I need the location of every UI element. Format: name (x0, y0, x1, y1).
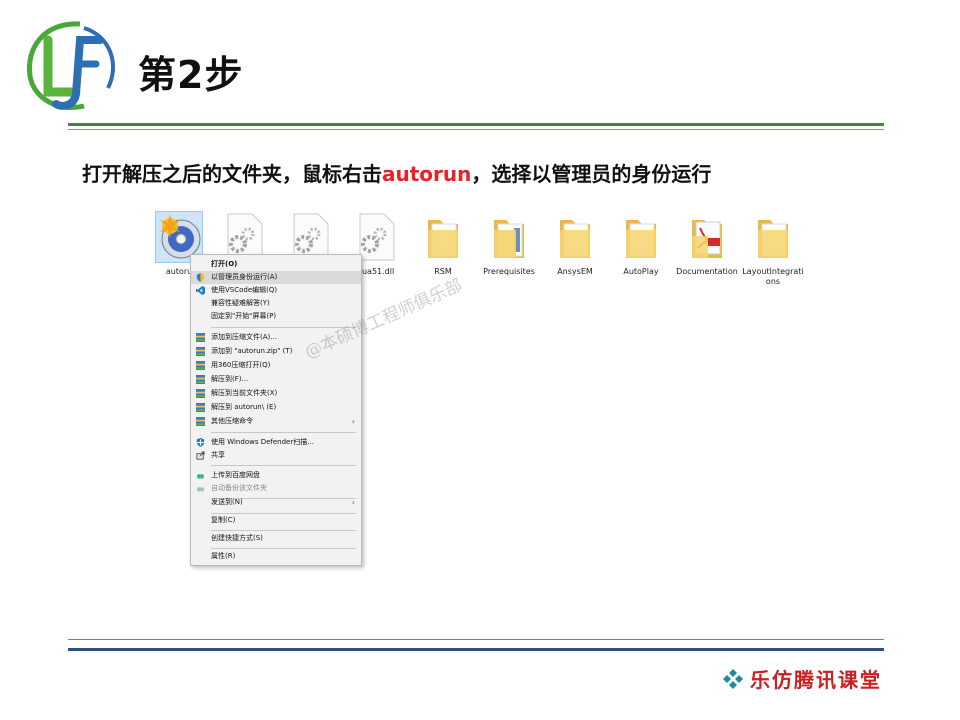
folder-icon (552, 212, 598, 262)
menu-item-copy[interactable]: 复制(C) (191, 514, 361, 527)
menu-separator (211, 530, 356, 531)
folder-layoutintegrations[interactable]: LayoutIntegrations (740, 212, 806, 287)
archive-icon (196, 389, 205, 398)
menu-item-extract-here[interactable]: 解压到当前文件夹(X) (191, 387, 361, 400)
menu-item-pin-start[interactable]: 固定到"开始"屏幕(P) (191, 310, 361, 323)
menu-item-label: 添加到压缩文件(A)... (211, 333, 277, 341)
folder-documentation[interactable]: Documentation (674, 212, 740, 277)
folder-autoplay[interactable]: AutoPlay (608, 212, 674, 277)
archive-icon (196, 333, 205, 342)
menu-item-label: 其他压缩命令 (211, 417, 253, 425)
menu-item-send-to[interactable]: 发送到(N) › (191, 496, 361, 509)
header-divider-thin (68, 129, 884, 130)
archive-icon (196, 375, 205, 384)
menu-item-baidu-backup[interactable]: 自动备份该文件夹 (191, 482, 361, 495)
pdf-folder-icon (684, 212, 730, 262)
menu-item-run-as-admin[interactable]: 以管理员身份运行(A) (191, 271, 361, 284)
archive-icon (196, 361, 205, 370)
context-menu: 打开(O) 以管理员身份运行(A) 使用VSCode编辑(Q) 兼容性疑难解答(… (190, 254, 362, 566)
menu-item-label: 自动备份该文件夹 (211, 484, 267, 492)
menu-item-compat[interactable]: 兼容性疑难解答(Y) (191, 297, 361, 310)
menu-item-label: 添加到 "autorun.zip" (T) (211, 347, 293, 355)
lf-logo (22, 18, 122, 114)
shield-icon (196, 273, 205, 282)
menu-separator (211, 465, 356, 466)
menu-item-label: 解压到 autorun\ (E) (211, 403, 277, 411)
folder-prerequisites[interactable]: Prerequisites (476, 212, 542, 277)
instruction-text: 打开解压之后的文件夹，鼠标右击autorun，选择以管理员的身份运行 (82, 158, 711, 187)
footer-divider-thin (68, 639, 884, 640)
archive-icon (196, 403, 205, 412)
cloud-icon (196, 474, 205, 479)
menu-separator (211, 432, 356, 433)
chevron-right-icon: › (351, 498, 355, 507)
menu-item-label: 使用VSCode编辑(Q) (211, 286, 278, 294)
file-label: Documentation (676, 267, 738, 276)
file-label: AutoPlay (623, 267, 659, 276)
footer-divider (68, 648, 884, 651)
file-label: AnsysEM (557, 267, 593, 276)
menu-item-label: 使用 Windows Defender扫描... (211, 438, 314, 446)
file-label: Prerequisites (483, 267, 535, 276)
menu-item-label: 打开(O) (211, 260, 238, 268)
instruction-highlight: autorun (382, 162, 472, 186)
menu-item-baidu-upload[interactable]: 上传到百度网盘 (191, 469, 361, 482)
folder-rsm[interactable]: RSM (410, 212, 476, 277)
brand-footer: 乐仿腾讯课堂 (722, 664, 882, 693)
menu-item-properties[interactable]: 属性(R) (191, 550, 361, 563)
menu-item-label: 以管理员身份运行(A) (211, 273, 278, 281)
menu-item-label: 共享 (211, 451, 225, 459)
menu-item-shortcut[interactable]: 创建快捷方式(S) (191, 532, 361, 545)
menu-item-extract-to[interactable]: 解压到(F)... (191, 373, 361, 386)
menu-item-label: 解压到当前文件夹(X) (211, 389, 278, 397)
share-icon (196, 451, 205, 460)
diamond-cluster-icon (723, 668, 743, 689)
cloud-icon (196, 487, 205, 492)
chevron-right-icon: › (351, 417, 355, 426)
defender-icon (196, 438, 205, 447)
menu-item-label: 发送到(N) (211, 498, 243, 506)
vscode-icon (196, 286, 205, 295)
instruction-after: ，选择以管理员的身份运行 (471, 162, 712, 186)
menu-item-label: 解压到(F)... (211, 375, 249, 383)
menu-item-open[interactable]: 打开(O) (191, 258, 361, 271)
brand-text: 乐仿腾讯课堂 (750, 668, 882, 692)
menu-item-label: 固定到"开始"屏幕(P) (211, 312, 277, 320)
folder-icon (420, 212, 466, 262)
menu-item-extract-folder[interactable]: 解压到 autorun\ (E) (191, 401, 361, 414)
menu-item-defender[interactable]: 使用 Windows Defender扫描... (191, 436, 361, 449)
menu-item-open-360[interactable]: 用360压缩打开(Q) (191, 359, 361, 372)
archive-icon (196, 417, 205, 426)
menu-item-label: 兼容性疑难解答(Y) (211, 299, 270, 307)
folder-icon (486, 212, 532, 262)
menu-separator (211, 548, 356, 549)
header-divider (68, 123, 884, 126)
menu-item-label: 复制(C) (211, 516, 236, 524)
menu-item-other-compress[interactable]: 其他压缩命令 › (191, 415, 361, 428)
folder-ansysem[interactable]: AnsysEM (542, 212, 608, 277)
menu-item-label: 创建快捷方式(S) (211, 534, 263, 542)
menu-item-vscode[interactable]: 使用VSCode编辑(Q) (191, 284, 361, 297)
folder-icon (618, 212, 664, 262)
page-title: 第2步 (138, 53, 244, 97)
file-label: LayoutIntegrations (742, 267, 804, 286)
menu-item-label: 用360压缩打开(Q) (211, 361, 271, 369)
folder-icon (750, 212, 796, 262)
menu-item-label: 属性(R) (211, 552, 236, 560)
menu-item-label: 上传到百度网盘 (211, 471, 260, 479)
menu-item-share[interactable]: 共享 (191, 449, 361, 462)
instruction-before: 打开解压之后的文件夹，鼠标右击 (82, 162, 382, 186)
archive-icon (196, 347, 205, 356)
